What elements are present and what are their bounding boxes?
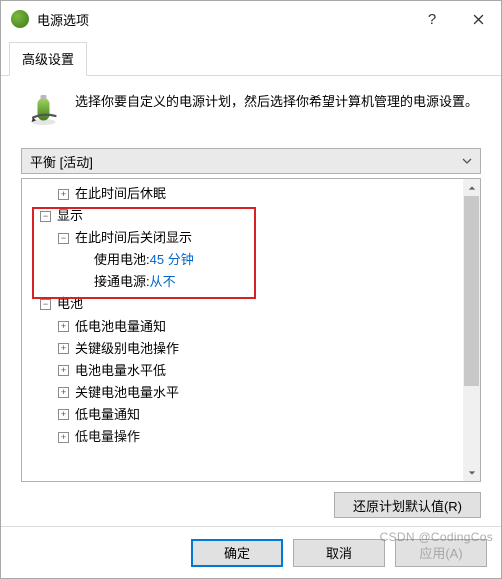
plan-dropdown[interactable]: 平衡 [活动] bbox=[21, 148, 481, 174]
power-icon bbox=[11, 10, 29, 28]
expand-icon[interactable]: + bbox=[58, 387, 69, 398]
collapse-icon[interactable]: − bbox=[40, 211, 51, 222]
plugged-value[interactable]: 从不 bbox=[150, 271, 176, 293]
titlebar: 电源选项 ? bbox=[1, 1, 501, 37]
scroll-up-button[interactable] bbox=[463, 179, 480, 196]
plan-selected: 平衡 [活动] bbox=[30, 152, 93, 171]
chevron-down-icon bbox=[458, 152, 476, 170]
vertical-scrollbar[interactable] bbox=[463, 179, 480, 481]
tree-item-low-notify[interactable]: + 低电池电量通知 bbox=[22, 316, 480, 338]
watermark-text: CSDN @CodingCos bbox=[380, 530, 493, 544]
on-battery-value[interactable]: 45 分钟 bbox=[150, 249, 194, 271]
expand-icon[interactable]: + bbox=[58, 189, 69, 200]
close-button[interactable] bbox=[455, 4, 501, 34]
tab-advanced[interactable]: 高级设置 bbox=[9, 42, 87, 76]
collapse-icon[interactable]: − bbox=[40, 299, 51, 310]
window-title: 电源选项 bbox=[37, 10, 409, 29]
cancel-button[interactable]: 取消 bbox=[293, 539, 385, 567]
tree-item-crit-level[interactable]: + 关键电池电量水平 bbox=[22, 382, 480, 404]
help-button[interactable]: ? bbox=[409, 4, 455, 34]
expand-icon[interactable]: + bbox=[58, 343, 69, 354]
intro-text: 选择你要自定义的电源计划，然后选择你希望计算机管理的电源设置。 bbox=[75, 92, 478, 112]
expand-icon[interactable]: + bbox=[58, 409, 69, 420]
settings-tree: + 在此时间后休眠 − 显示 − 在此时间后关闭显示 使用电池: 45 分钟 bbox=[21, 178, 481, 482]
content-area: 选择你要自定义的电源计划，然后选择你希望计算机管理的电源设置。 平衡 [活动] … bbox=[1, 76, 501, 526]
expand-icon[interactable]: + bbox=[58, 432, 69, 443]
restore-row: 还原计划默认值(R) bbox=[21, 492, 481, 518]
tree-item-on-battery[interactable]: 使用电池: 45 分钟 bbox=[22, 249, 480, 271]
power-options-dialog: 电源选项 ? 高级设置 选择你要自定义的电源计划，然后选择你希望计算机管理的电源… bbox=[0, 0, 502, 579]
battery-icon bbox=[27, 92, 63, 128]
ok-button[interactable]: 确定 bbox=[191, 539, 283, 567]
scroll-thumb[interactable] bbox=[464, 196, 479, 386]
tree-item-low-action[interactable]: + 低电量操作 bbox=[22, 426, 480, 448]
tree-item-crit-action[interactable]: + 关键级别电池操作 bbox=[22, 338, 480, 360]
tree-item-sleep-after[interactable]: + 在此时间后休眠 bbox=[22, 183, 480, 205]
tree-item-plugged-in[interactable]: 接通电源: 从不 bbox=[22, 271, 480, 293]
tree-item-low-level[interactable]: + 电池电量水平低 bbox=[22, 360, 480, 382]
scroll-down-button[interactable] bbox=[463, 464, 480, 481]
restore-defaults-button[interactable]: 还原计划默认值(R) bbox=[334, 492, 481, 518]
tab-row: 高级设置 bbox=[1, 37, 501, 76]
intro-block: 选择你要自定义的电源计划，然后选择你希望计算机管理的电源设置。 bbox=[27, 92, 481, 128]
collapse-icon[interactable]: − bbox=[58, 233, 69, 244]
tree-item-display[interactable]: − 显示 bbox=[22, 205, 480, 227]
expand-icon[interactable]: + bbox=[58, 365, 69, 376]
tree-item-display-off-after[interactable]: − 在此时间后关闭显示 bbox=[22, 227, 480, 249]
tree-item-battery[interactable]: − 电池 bbox=[22, 293, 480, 315]
tree-item-low-notify2[interactable]: + 低电量通知 bbox=[22, 404, 480, 426]
expand-icon[interactable]: + bbox=[58, 321, 69, 332]
